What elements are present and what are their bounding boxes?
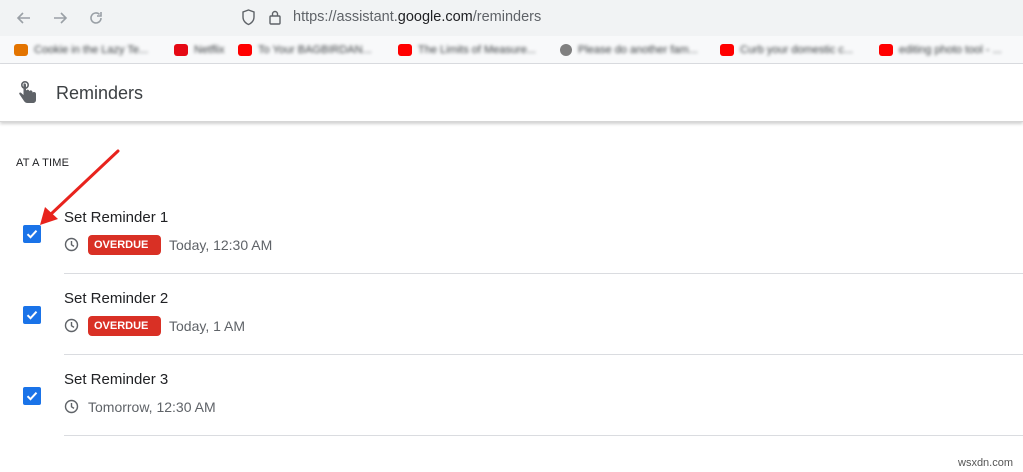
watermark: wsxdn.com xyxy=(958,457,1014,469)
annotation-arrow xyxy=(40,149,120,225)
